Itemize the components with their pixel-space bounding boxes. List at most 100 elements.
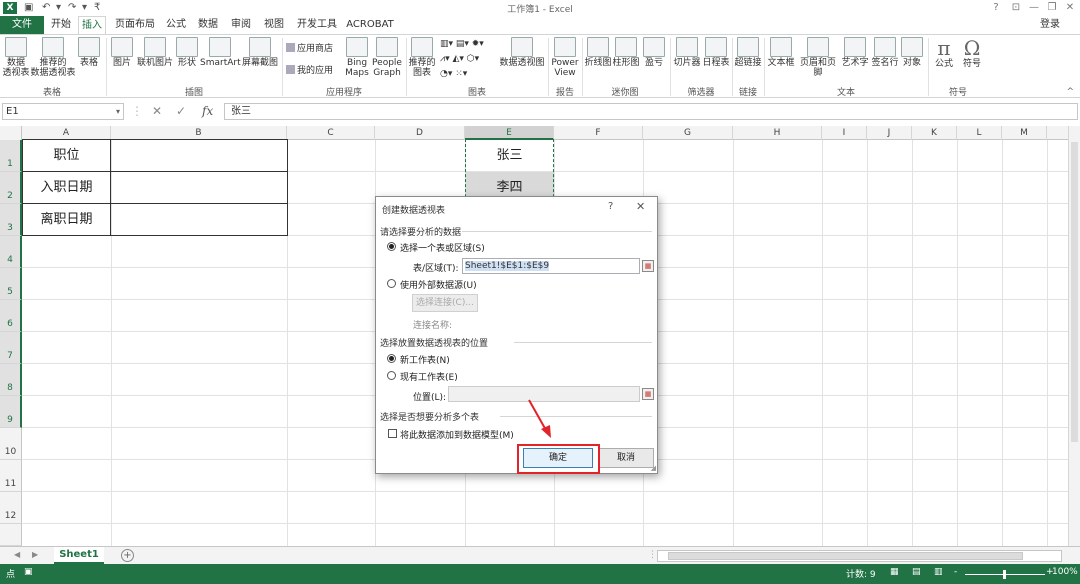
my-apps-button[interactable]: 我的应用 bbox=[286, 65, 333, 77]
cell-a2[interactable]: 入职日期 bbox=[22, 172, 111, 203]
column-chart-dropdown-icon[interactable]: ▥▾ ▤▾ ✹▾ bbox=[440, 39, 484, 50]
horizontal-scrollbar[interactable] bbox=[657, 550, 1062, 562]
radio-existing-worksheet-label[interactable]: 现有工作表(E) bbox=[400, 370, 458, 383]
tab-review[interactable]: 审阅 bbox=[227, 16, 255, 34]
radio-new-worksheet-label[interactable]: 新工作表(N) bbox=[400, 353, 450, 366]
app-store-button[interactable]: 应用商店 bbox=[286, 43, 333, 55]
sparkline-column-button[interactable]: 柱形图 bbox=[612, 37, 640, 68]
insert-function-icon[interactable]: fx bbox=[202, 104, 213, 118]
equation-button[interactable]: π 公式 bbox=[930, 37, 958, 69]
save-icon[interactable]: ▣ bbox=[24, 2, 33, 14]
split-handle-icon[interactable]: ⋮ bbox=[648, 550, 657, 560]
column-header[interactable]: J bbox=[867, 126, 912, 140]
screenshot-button[interactable]: 屏幕截图 bbox=[240, 37, 280, 68]
sparkline-winloss-button[interactable]: 盈亏 bbox=[642, 37, 666, 68]
hyperlink-button[interactable]: 超链接 bbox=[734, 37, 762, 68]
online-pictures-button[interactable]: 联机图片 bbox=[136, 37, 174, 68]
vertical-scrollbar[interactable] bbox=[1068, 126, 1080, 546]
page-layout-view-icon[interactable]: ▤ bbox=[912, 567, 921, 577]
wordart-button[interactable]: 艺术字 bbox=[840, 37, 870, 68]
row-header[interactable]: 4 bbox=[0, 236, 22, 268]
confirm-entry-icon[interactable]: ✓ bbox=[176, 104, 186, 118]
radio-external-source[interactable] bbox=[387, 279, 396, 288]
select-all-corner[interactable] bbox=[0, 126, 22, 140]
row-header[interactable]: 5 bbox=[0, 268, 22, 300]
restore-button[interactable]: ❐ bbox=[1044, 1, 1060, 15]
customize-qat-icon[interactable]: ₹ bbox=[94, 2, 100, 14]
name-box[interactable]: E1 ▾ bbox=[2, 103, 124, 120]
row-header[interactable]: 3 bbox=[0, 204, 22, 236]
cancel-button[interactable]: 取消 bbox=[598, 448, 654, 468]
radio-select-range-label[interactable]: 选择一个表或区域(S) bbox=[400, 241, 485, 254]
undo-dropdown-icon[interactable]: ▾ bbox=[56, 2, 61, 14]
help-button[interactable]: ? bbox=[988, 1, 1004, 15]
macro-record-icon[interactable]: ▣ bbox=[24, 567, 33, 577]
tab-view[interactable]: 视图 bbox=[260, 16, 288, 34]
radio-select-range[interactable] bbox=[387, 242, 396, 251]
normal-view-icon[interactable]: ▦ bbox=[890, 567, 899, 577]
row-header[interactable]: 9 bbox=[0, 396, 22, 428]
column-header[interactable]: H bbox=[733, 126, 822, 140]
sheet-tab-sheet1[interactable]: Sheet1 bbox=[54, 547, 104, 564]
tab-insert[interactable]: 插入 bbox=[78, 16, 106, 34]
textbox-button[interactable]: 文本框 bbox=[766, 37, 796, 68]
column-header[interactable]: F bbox=[554, 126, 643, 140]
column-header[interactable]: A bbox=[22, 126, 111, 140]
sheet-nav-right-icon[interactable]: ▶ bbox=[32, 550, 38, 559]
row-header[interactable]: 8 bbox=[0, 364, 22, 396]
pictures-button[interactable]: 图片 bbox=[110, 37, 134, 68]
shapes-button[interactable]: 形状 bbox=[174, 37, 200, 68]
object-button[interactable]: 对象 bbox=[900, 37, 924, 68]
redo-icon[interactable]: ↷ bbox=[68, 2, 76, 14]
row-header[interactable]: 1 bbox=[0, 140, 22, 172]
dialog-help-button[interactable]: ? bbox=[608, 201, 613, 212]
row-header[interactable]: 6 bbox=[0, 300, 22, 332]
page-break-view-icon[interactable]: ▥ bbox=[934, 567, 943, 577]
people-graph-button[interactable]: People Graph bbox=[370, 37, 404, 78]
ribbon-display-icon[interactable]: ⊡ bbox=[1008, 1, 1024, 15]
pie-chart-dropdown-icon[interactable]: ◔▾ ⁙▾ bbox=[440, 69, 467, 80]
row-header[interactable] bbox=[0, 524, 22, 546]
row-header[interactable]: 11 bbox=[0, 460, 22, 492]
close-button[interactable]: ✕ bbox=[1062, 1, 1078, 15]
smartart-button[interactable]: SmartArt bbox=[200, 37, 241, 68]
pivot-table-button[interactable]: 数据 透视表 bbox=[2, 37, 30, 78]
tab-formulas[interactable]: 公式 bbox=[162, 16, 190, 34]
recommended-charts-button[interactable]: 推荐的 图表 bbox=[408, 37, 436, 78]
zoom-slider-thumb[interactable] bbox=[1003, 570, 1006, 579]
row-header[interactable]: 7 bbox=[0, 332, 22, 364]
range-input[interactable]: Sheet1!$E$1:$E$9 bbox=[462, 258, 640, 274]
zoom-level[interactable]: 100% bbox=[1052, 567, 1078, 577]
vertical-scroll-thumb[interactable] bbox=[1071, 142, 1078, 442]
row-header[interactable]: 2 bbox=[0, 172, 22, 204]
column-header-selected[interactable]: E bbox=[465, 126, 554, 140]
tab-acrobat[interactable]: ACROBAT bbox=[346, 16, 394, 34]
sparkline-line-button[interactable]: 折线图 bbox=[584, 37, 612, 68]
column-header[interactable]: M bbox=[1002, 126, 1047, 140]
dialog-close-button[interactable]: ✕ bbox=[636, 200, 645, 213]
pivot-chart-button[interactable]: 数据透视图 bbox=[498, 37, 546, 68]
tab-file[interactable]: 文件 bbox=[0, 16, 44, 34]
add-to-data-model-label[interactable]: 将此数据添加到数据模型(M) bbox=[400, 428, 514, 441]
column-header[interactable]: D bbox=[375, 126, 465, 140]
undo-icon[interactable]: ↶ bbox=[42, 2, 50, 14]
column-header[interactable]: L bbox=[957, 126, 1002, 140]
radio-external-source-label[interactable]: 使用外部数据源(U) bbox=[400, 278, 477, 291]
cell-a3[interactable]: 离职日期 bbox=[22, 204, 111, 235]
radio-existing-worksheet[interactable] bbox=[387, 371, 396, 380]
row-header[interactable]: 12 bbox=[0, 492, 22, 524]
slicer-button[interactable]: 切片器 bbox=[672, 37, 702, 68]
tab-page-layout[interactable]: 页面布局 bbox=[112, 16, 158, 34]
redo-dropdown-icon[interactable]: ▾ bbox=[82, 2, 87, 14]
horizontal-scroll-thumb[interactable] bbox=[668, 552, 1023, 560]
range-collapse-icon[interactable]: ▦ bbox=[642, 260, 654, 272]
formula-input[interactable]: 张三 bbox=[224, 103, 1078, 120]
table-button[interactable]: 表格 bbox=[78, 37, 100, 68]
minimize-button[interactable]: — bbox=[1026, 1, 1042, 15]
tab-data[interactable]: 数据 bbox=[194, 16, 222, 34]
column-header[interactable]: K bbox=[912, 126, 957, 140]
radio-new-worksheet[interactable] bbox=[387, 354, 396, 363]
recommended-pivot-button[interactable]: 推荐的 数据透视表 bbox=[30, 37, 76, 78]
timeline-button[interactable]: 日程表 bbox=[702, 37, 730, 68]
column-header[interactable]: G bbox=[643, 126, 733, 140]
